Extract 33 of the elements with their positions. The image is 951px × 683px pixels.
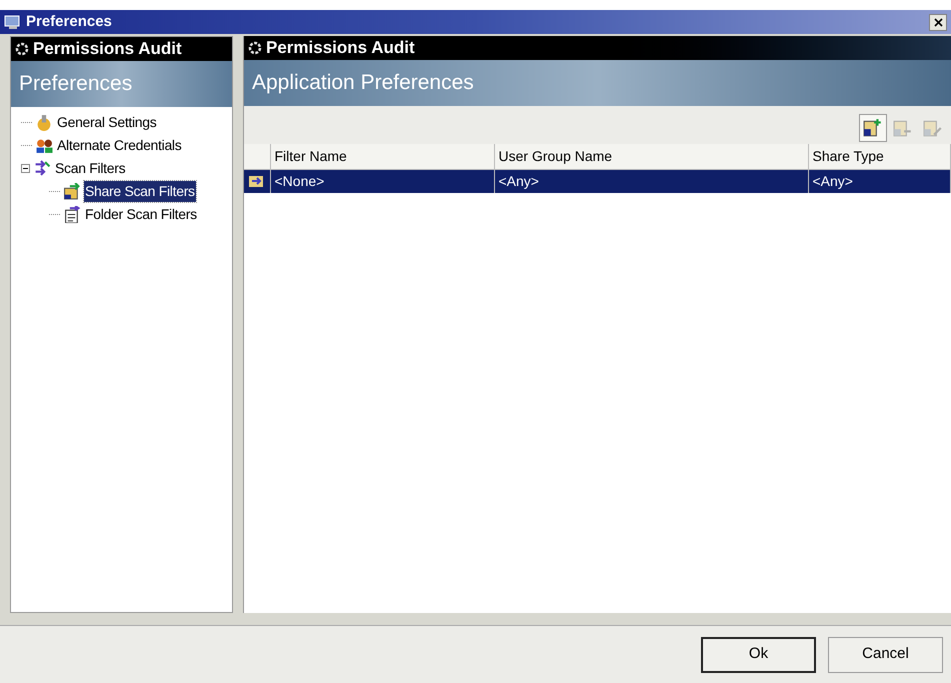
column-header[interactable]: User Group Name <box>494 144 808 169</box>
panel-heading: Application Preferences <box>252 70 474 96</box>
tree-item[interactable]: Scan Filters <box>54 158 126 179</box>
minus-icon <box>22 165 29 172</box>
brand-name: Permissions Audit <box>266 37 415 60</box>
tree-item[interactable]: General Settings <box>56 112 158 133</box>
collapse-toggle[interactable] <box>21 164 30 173</box>
folder-arrow-icon <box>63 183 81 200</box>
close-button[interactable] <box>929 14 947 30</box>
table-cell: <Any> <box>808 169 950 193</box>
column-header[interactable]: Filter Name <box>270 144 494 169</box>
remove-filter-icon <box>893 118 913 138</box>
toolbar-button[interactable] <box>859 114 887 142</box>
add-filter-icon <box>863 118 883 138</box>
tree-item[interactable]: Folder Scan Filters <box>84 204 198 225</box>
tree-item[interactable]: Alternate Credentials <box>56 135 182 156</box>
filter-row-icon <box>248 173 264 190</box>
document-icon <box>63 206 81 223</box>
brand-name: Permissions Audit <box>33 38 182 60</box>
dialog-button[interactable]: Cancel <box>828 636 943 672</box>
window-title: Preferences <box>26 12 112 32</box>
window-icon <box>4 14 22 30</box>
table-cell: <None> <box>270 169 494 193</box>
column-header[interactable]: Share Type <box>808 144 950 169</box>
table-row[interactable]: <None> <Any> <Any> <box>244 169 950 193</box>
dialog-button[interactable]: Ok <box>701 636 816 672</box>
arrows-icon <box>33 160 51 177</box>
edit-filter-icon <box>923 118 943 138</box>
close-icon <box>934 18 942 26</box>
tree-item[interactable]: Share Scan Filters <box>84 181 196 202</box>
people-icon <box>35 137 53 154</box>
panel-heading: Preferences <box>19 71 132 98</box>
table-cell: <Any> <box>494 169 808 193</box>
